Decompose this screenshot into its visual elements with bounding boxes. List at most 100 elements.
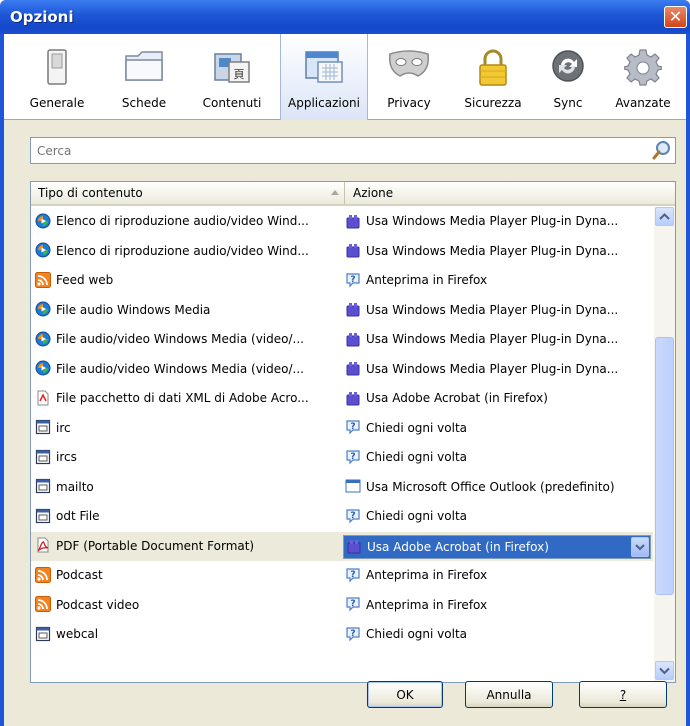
content-type-label: ircs bbox=[56, 450, 77, 464]
table-row[interactable]: File audio/video Windows Media (video/..… bbox=[31, 355, 653, 385]
app-icon bbox=[35, 419, 51, 435]
action-cell[interactable]: Usa Microsoft Office Outlook (predefinit… bbox=[345, 473, 651, 503]
action-label: Chiedi ogni volta bbox=[366, 627, 468, 641]
switch-icon bbox=[47, 49, 67, 85]
plugin-icon bbox=[347, 540, 361, 554]
feed-icon bbox=[35, 596, 51, 612]
tab-contenuti[interactable]: 頁 Contenuti bbox=[190, 34, 274, 120]
window-icon bbox=[345, 479, 361, 493]
action-cell[interactable]: ? Chiedi ogni volta bbox=[345, 414, 651, 444]
chevron-up-icon bbox=[659, 213, 670, 220]
content-type-label: File audio Windows Media bbox=[56, 302, 211, 317]
dialog-client: Generale Schede 頁 Contenuti Applicazioni… bbox=[4, 34, 686, 726]
svg-text:?: ? bbox=[350, 599, 355, 609]
plugin-icon bbox=[346, 214, 360, 228]
tab-generale[interactable]: Generale bbox=[16, 34, 98, 120]
plugin-icon bbox=[346, 303, 360, 317]
svg-text:頁: 頁 bbox=[234, 68, 245, 81]
table-row[interactable]: ircs ? Chiedi ogni volta bbox=[31, 443, 653, 473]
action-label: Usa Windows Media Player Plug-in Dyna... bbox=[366, 243, 619, 258]
app-icon bbox=[35, 449, 51, 464]
action-cell[interactable]: ? Chiedi ogni volta bbox=[345, 502, 651, 532]
wmp-icon bbox=[35, 301, 51, 317]
table-row[interactable]: Elenco di riproduzione audio/video Wind.… bbox=[31, 237, 653, 267]
scroll-thumb[interactable] bbox=[655, 337, 674, 595]
content-type-label: irc bbox=[56, 420, 71, 435]
table-row[interactable]: File audio/video Windows Media (video/..… bbox=[31, 325, 653, 355]
tab-label: Sync bbox=[553, 96, 583, 110]
svg-text:?: ? bbox=[350, 452, 355, 462]
action-cell[interactable]: Usa Adobe Acrobat (in Firefox) bbox=[345, 384, 651, 414]
options-window: Opzioni ✕ Generale Schede 頁 Contenuti Ap… bbox=[0, 0, 690, 726]
content-type-cell: Podcast video bbox=[35, 591, 341, 621]
table-row[interactable]: File pacchetto di dati XML di Adobe Acro… bbox=[31, 384, 653, 414]
ask-icon: ? bbox=[346, 626, 360, 641]
content-type-cell: irc bbox=[35, 414, 341, 444]
action-cell[interactable]: Usa Windows Media Player Plug-in Dyna... bbox=[345, 296, 651, 326]
ask-icon: ? bbox=[346, 449, 360, 464]
tab-sicurezza[interactable]: Sicurezza bbox=[452, 34, 534, 120]
table-row[interactable]: irc ? Chiedi ogni volta bbox=[31, 414, 653, 444]
content-type-label: odt File bbox=[56, 509, 100, 523]
table-row[interactable]: PDF (Portable Document Format) Usa Adobe … bbox=[31, 531, 653, 561]
action-cell[interactable]: Usa Windows Media Player Plug-in Dyna... bbox=[345, 355, 651, 385]
svg-text:?: ? bbox=[350, 629, 355, 639]
action-label: Usa Windows Media Player Plug-in Dyna... bbox=[366, 302, 619, 317]
action-dropdown[interactable]: Usa Adobe Acrobat (in Firefox) bbox=[343, 534, 651, 559]
content-icon: 頁 bbox=[214, 53, 250, 83]
ok-button[interactable]: OK bbox=[367, 681, 443, 708]
content-type-cell: ircs bbox=[35, 443, 341, 473]
mask-icon bbox=[388, 50, 430, 77]
table-row[interactable]: odt File ? Chiedi ogni volta bbox=[31, 502, 653, 532]
action-label: Usa Windows Media Player Plug-in Dyna... bbox=[366, 332, 619, 346]
column-header-action[interactable]: Azione bbox=[346, 182, 656, 204]
search-input[interactable] bbox=[31, 138, 641, 163]
title-bar[interactable]: Opzioni ✕ bbox=[0, 0, 690, 34]
action-cell[interactable]: Usa Windows Media Player Plug-in Dyna... bbox=[345, 325, 651, 355]
action-label: Usa Windows Media Player Plug-in Dyna... bbox=[366, 361, 619, 376]
action-cell[interactable]: ? Anteprima in Firefox bbox=[345, 266, 651, 296]
search-icon[interactable] bbox=[652, 140, 672, 160]
table-row[interactable]: Elenco di riproduzione audio/video Wind.… bbox=[31, 207, 653, 237]
chevron-down-icon bbox=[635, 543, 645, 550]
lock-icon bbox=[479, 49, 507, 86]
action-cell[interactable]: ? Chiedi ogni volta bbox=[345, 620, 651, 650]
scroll-up-button[interactable] bbox=[655, 207, 674, 226]
table-row[interactable]: File audio Windows Media Usa Windows Medi… bbox=[31, 296, 653, 326]
tab-label: Privacy bbox=[387, 96, 431, 110]
action-cell[interactable]: ? Anteprima in Firefox bbox=[345, 561, 651, 591]
table-row[interactable]: Podcast video? Anteprima in Firefox bbox=[31, 591, 653, 621]
vertical-scrollbar[interactable] bbox=[654, 207, 675, 682]
applications-icon bbox=[305, 51, 343, 83]
close-button[interactable]: ✕ bbox=[664, 6, 687, 28]
tab-applicazioni[interactable]: Applicazioni bbox=[280, 34, 368, 120]
list-header: Tipo di contenuto Azione bbox=[31, 182, 675, 206]
tab-privacy[interactable]: Privacy bbox=[372, 34, 446, 120]
search-box bbox=[30, 137, 676, 164]
wmp-icon bbox=[35, 360, 51, 376]
tab-label: Applicazioni bbox=[288, 96, 360, 110]
action-cell[interactable]: Usa Windows Media Player Plug-in Dyna... bbox=[345, 207, 651, 237]
content-type-cell: Feed web bbox=[35, 266, 341, 296]
tab-schede[interactable]: Schede bbox=[104, 34, 184, 120]
table-row[interactable]: Feed web? Anteprima in Firefox bbox=[31, 266, 653, 296]
action-cell[interactable]: ? Chiedi ogni volta bbox=[345, 443, 651, 473]
content-type-cell: webcal bbox=[35, 620, 341, 650]
action-cell[interactable]: ? Anteprima in Firefox bbox=[345, 591, 651, 621]
action-cell[interactable]: Usa Windows Media Player Plug-in Dyna... bbox=[345, 237, 651, 267]
ask-icon: ? bbox=[346, 597, 360, 612]
tab-sync[interactable]: Sync bbox=[540, 34, 596, 120]
sync-icon bbox=[552, 50, 584, 82]
plugin-icon bbox=[346, 332, 360, 346]
dropdown-arrow-button[interactable] bbox=[631, 536, 649, 557]
tab-avanzate[interactable]: Avanzate bbox=[602, 34, 684, 120]
table-row[interactable]: mailto Usa Microsoft Office Outlook (pred… bbox=[31, 473, 653, 503]
table-row[interactable]: Podcast? Anteprima in Firefox bbox=[31, 561, 653, 591]
table-row[interactable]: webcal? Chiedi ogni volta bbox=[31, 620, 653, 650]
scroll-down-button[interactable] bbox=[655, 661, 674, 680]
cancel-button[interactable]: Annulla bbox=[465, 681, 553, 708]
help-button[interactable]: ? bbox=[579, 681, 667, 708]
action-label: Anteprima in Firefox bbox=[366, 273, 488, 287]
column-header-content-type[interactable]: Tipo di contenuto bbox=[31, 182, 345, 204]
wmp-icon bbox=[35, 213, 51, 228]
